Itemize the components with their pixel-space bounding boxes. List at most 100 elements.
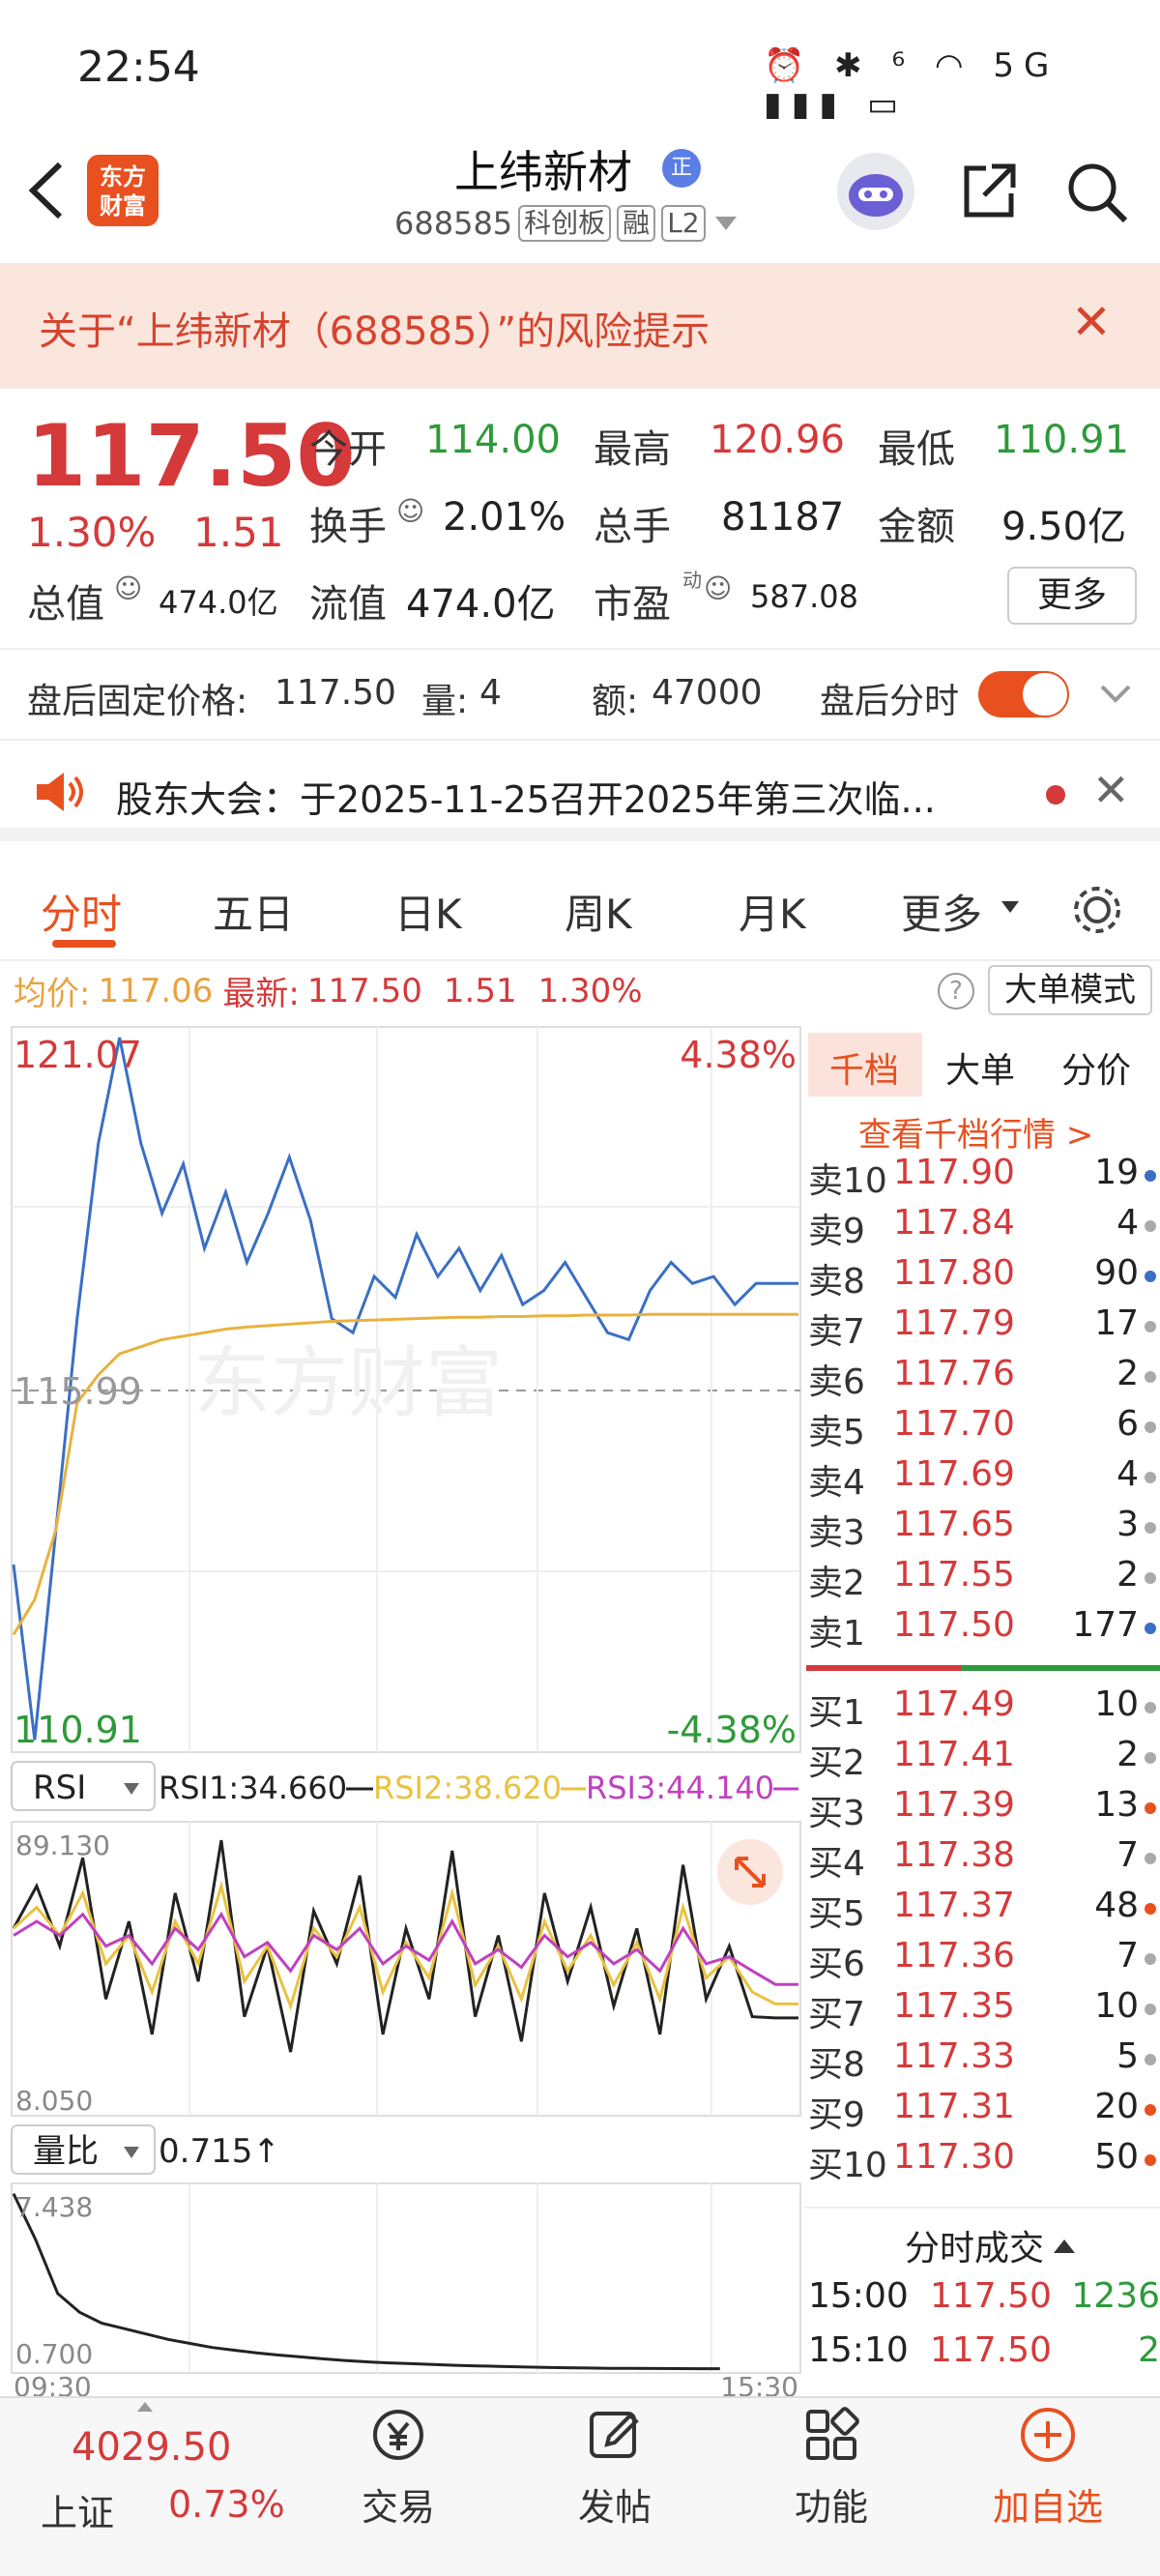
bid-row[interactable]: 买5 117.37 48 [808, 1886, 1156, 1936]
ask-row[interactable]: 卖8 117.80 90 [808, 1253, 1156, 1303]
ask-row[interactable]: 卖7 117.79 17 [808, 1303, 1156, 1354]
bid-row[interactable]: 买1 117.49 10 [808, 1684, 1156, 1735]
size-dot [1145, 1321, 1156, 1332]
ask-level: 卖5 [808, 1413, 865, 1452]
bid-row[interactable]: 买4 117.38 7 [808, 1835, 1156, 1886]
y-mid-label: 115.99 [14, 1370, 142, 1413]
stock-code-row[interactable]: 688585 科创板 融 L2 [394, 205, 740, 242]
tab-timeshare[interactable]: 分时 [41, 882, 122, 941]
bid-row[interactable]: 买9 117.31 20 [808, 2087, 1156, 2137]
index-percent: 0.73% [168, 2483, 285, 2526]
ask-level: 卖3 [808, 1513, 865, 1553]
size-dot [1145, 2104, 1156, 2116]
nav-add-watchlist[interactable]: 加自选 [971, 2406, 1125, 2531]
nav-trade-label: 交易 [361, 2486, 435, 2529]
chevron-down-icon[interactable] [1098, 679, 1133, 708]
size-dot [1145, 1702, 1156, 1713]
close-icon[interactable]: ✕ [1071, 294, 1112, 350]
rsi-bottom-label: 8.050 [15, 2085, 93, 2117]
low-label: 最低 [878, 427, 955, 472]
volume-value: 81187 [721, 495, 845, 540]
vr-select[interactable]: 量比 [33, 2132, 99, 2171]
bid-level: 买7 [808, 1995, 865, 2034]
app-logo[interactable]: 东方 财富 [87, 155, 159, 226]
bid-price: 117.49 [893, 1684, 1015, 1724]
bid-price: 117.39 [893, 1785, 1015, 1825]
bid-row[interactable]: 买10 117.30 50 [808, 2137, 1156, 2187]
ask-row[interactable]: 卖2 117.55 2 [808, 1555, 1156, 1605]
more-button[interactable]: 更多 [1007, 567, 1137, 625]
bid-volume: 20 [1094, 2087, 1139, 2126]
info-icon[interactable]: ☺ [114, 572, 142, 604]
close-icon[interactable]: ✕ [1092, 764, 1130, 816]
bid-row[interactable]: 买2 117.41 2 [808, 1735, 1156, 1785]
tab-monthly-k[interactable]: 月K [739, 882, 806, 941]
tab-depth[interactable]: 千档 [829, 1042, 899, 1093]
ah-vol-label: 量: [421, 682, 469, 721]
nav-trade[interactable]: 交易 [321, 2406, 476, 2531]
caret-down-icon[interactable] [124, 1783, 139, 1795]
yen-icon [373, 2410, 423, 2460]
change-percent: 1.30% [27, 509, 157, 556]
volume-label: 总手 [594, 505, 671, 549]
ah-amt-label: 额: [592, 682, 639, 721]
big-order-mode-button[interactable]: 大单模式 [988, 965, 1152, 1015]
bid-row[interactable]: 买8 117.33 5 [808, 2036, 1156, 2087]
size-dot [1145, 1853, 1156, 1864]
bid-level: 买6 [808, 1945, 865, 1984]
size-dot [1145, 1271, 1156, 1282]
rsi-select[interactable]: RSI [33, 1769, 86, 1807]
ask-level: 卖4 [808, 1463, 865, 1503]
nav-functions[interactable]: 功能 [754, 2406, 909, 2531]
nav-post[interactable]: 发帖 [537, 2406, 692, 2531]
info-icon[interactable]: ☺ [396, 495, 424, 527]
tab-five-day[interactable]: 五日 [213, 882, 294, 941]
info-icon[interactable]: ☺ [704, 572, 732, 604]
ask-row[interactable]: 卖1 117.50 177 [808, 1605, 1156, 1655]
mktcap-label: 总值 [27, 582, 104, 627]
ai-robot-icon[interactable] [837, 153, 914, 230]
index-value[interactable]: 4029.50 [72, 2425, 231, 2470]
bid-row[interactable]: 买3 117.39 13 [808, 1785, 1156, 1835]
caret-down-icon [714, 217, 737, 230]
bid-price: 117.33 [893, 2036, 1015, 2076]
tab-weekly-k[interactable]: 周K [565, 882, 632, 941]
rsi-top-label: 89.130 [15, 1830, 110, 1861]
ask-row[interactable]: 卖4 117.69 4 [808, 1454, 1156, 1505]
bid-volume: 10 [1094, 1684, 1139, 1724]
size-dot [1145, 1623, 1156, 1634]
bid-row[interactable]: 买6 117.36 7 [808, 1936, 1156, 1986]
chart-area[interactable]: 东方财富 121.07 115.99 110.91 4.38% -4.38% R… [0, 1023, 804, 2396]
share-icon[interactable] [957, 159, 1021, 222]
ask-row[interactable]: 卖5 117.70 6 [808, 1404, 1156, 1454]
search-icon[interactable] [1063, 159, 1131, 226]
ask-level: 卖2 [808, 1564, 865, 1603]
ask-price: 117.76 [893, 1354, 1015, 1393]
current-price: 117.50 [27, 406, 356, 506]
tick-title-text: 分时成交 [905, 2229, 1045, 2269]
tab-daily-k[interactable]: 日K [394, 882, 462, 941]
tab-big-order[interactable]: 大单 [945, 1042, 1015, 1093]
caret-down-icon[interactable] [124, 2147, 139, 2158]
notice-text[interactable]: 股东大会：于2025-11-25召开2025年第三次临... [116, 770, 936, 823]
tab-price-dist[interactable]: 分价 [1061, 1042, 1131, 1093]
size-dot [1145, 1752, 1156, 1764]
ask-row[interactable]: 卖9 117.84 4 [808, 1203, 1156, 1253]
tab-more[interactable]: 更多 [901, 882, 982, 941]
back-button[interactable] [21, 157, 79, 224]
vr-value: 0.715↑ [159, 2132, 280, 2171]
ah-price: 117.50 [275, 673, 396, 713]
bid-row[interactable]: 买7 117.35 10 [808, 1986, 1156, 2036]
chevron-left-icon [28, 161, 63, 220]
bid-price: 117.35 [893, 1986, 1015, 2026]
y-bottom-label: 110.91 [14, 1709, 142, 1751]
risk-banner-text[interactable]: 关于“上纬新材（688585）”的风险提示 [39, 300, 710, 356]
gear-icon[interactable] [1069, 882, 1125, 938]
help-icon[interactable]: ? [938, 973, 974, 1010]
ask-row[interactable]: 卖6 117.76 2 [808, 1354, 1156, 1404]
ask-row[interactable]: 卖10 117.90 19 [808, 1153, 1156, 1203]
ask-row[interactable]: 卖3 117.65 3 [808, 1505, 1156, 1555]
bid-strength-bar [961, 1665, 1160, 1671]
view-depth-link[interactable]: 查看千档行情 > [858, 1108, 1093, 1156]
tick-title[interactable]: 分时成交 [905, 2220, 1077, 2270]
